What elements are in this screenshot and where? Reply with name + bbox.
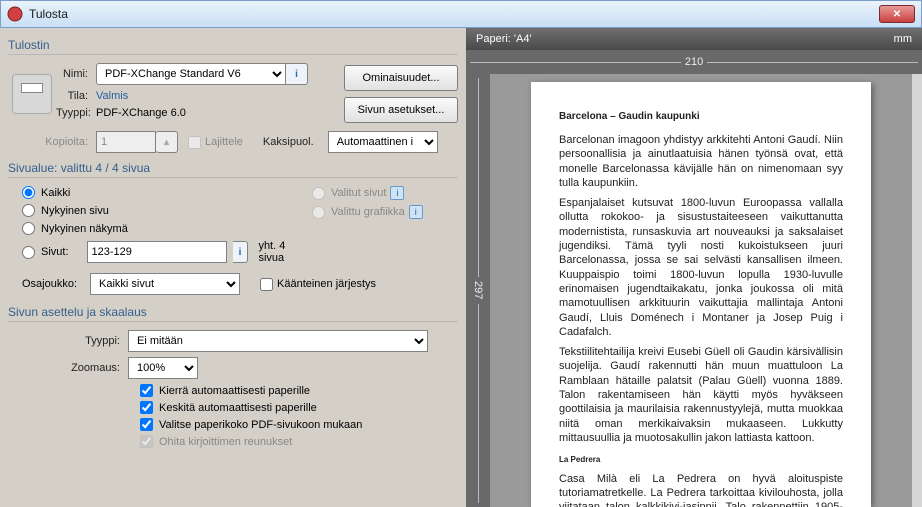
properties-button[interactable]: Ominaisuudet...	[344, 65, 458, 91]
info-icon: i	[390, 186, 404, 200]
info-icon: i	[409, 205, 423, 219]
type-value: PDF-XChange 6.0	[96, 107, 186, 119]
selected-graphics-radio	[312, 206, 325, 219]
layout-type-select[interactable]: Ei mitään	[128, 330, 428, 352]
ruler-horizontal: 210	[466, 50, 922, 74]
auto-rotate-checkbox[interactable]	[140, 384, 153, 397]
app-icon	[7, 6, 23, 22]
info-icon[interactable]: i	[233, 241, 249, 263]
doc-title: Barcelona – Gaudin kaupunki	[559, 110, 843, 123]
printer-name-select[interactable]: PDF-XChange Standard V6	[96, 63, 286, 85]
auto-center-checkbox[interactable]	[140, 401, 153, 414]
reverse-label: Käänteinen järjestys	[277, 278, 376, 290]
page-setup-button[interactable]: Sivun asetukset...	[344, 97, 458, 123]
range-current-page-radio[interactable]	[22, 204, 35, 217]
layout-type-label: Tyyppi:	[8, 335, 128, 347]
titlebar: Tulosta ✕	[0, 0, 922, 28]
layout-group-title: Sivun asettelu ja skaalaus	[8, 305, 458, 319]
paper-bar: Paperi: 'A4' mm	[466, 28, 922, 50]
pages-input[interactable]	[87, 241, 227, 263]
reverse-checkbox[interactable]	[260, 278, 273, 291]
status-value: Valmis	[96, 90, 128, 102]
copies-input	[96, 131, 156, 153]
collate-label: Lajittele	[205, 136, 243, 148]
copies-label: Kopioita:	[8, 136, 96, 148]
close-button[interactable]: ✕	[879, 5, 915, 23]
duplex-label: Kaksipuol.	[263, 136, 322, 148]
selected-pages-radio	[312, 187, 325, 200]
zoom-label: Zoomaus:	[8, 362, 128, 374]
name-label: Nimi:	[56, 68, 96, 80]
subset-select[interactable]: Kaikki sivut	[90, 273, 240, 295]
range-group-title: Sivualue: valittu 4 / 4 sivua	[8, 161, 458, 175]
range-current-view-radio[interactable]	[22, 222, 35, 235]
paper-label: Paperi: 'A4'	[476, 33, 532, 45]
status-label: Tila:	[56, 90, 96, 102]
printer-group-title: Tulostin	[8, 38, 458, 52]
collate-checkbox	[188, 136, 201, 149]
range-all-radio[interactable]	[22, 186, 35, 199]
printer-icon	[12, 74, 52, 114]
duplex-select[interactable]: Automaattinen i	[328, 131, 438, 153]
preview-page: Barcelona – Gaudin kaupunki Barcelonan i…	[531, 82, 871, 507]
info-icon[interactable]: i	[286, 63, 308, 85]
range-pages-radio[interactable]	[22, 246, 35, 259]
preview-area: Barcelona – Gaudin kaupunki Barcelonan i…	[490, 74, 912, 507]
subset-label: Osajoukko:	[22, 278, 90, 290]
ignore-margins-checkbox	[140, 435, 153, 448]
window-title: Tulosta	[29, 7, 879, 21]
ruler-vertical: 297	[466, 74, 490, 507]
type-label: Tyyppi:	[56, 107, 96, 119]
pages-total: yht. 4 sivua	[258, 240, 298, 264]
unit-label: mm	[894, 33, 912, 45]
doc-subheading: La Pedrera	[559, 455, 843, 465]
copies-stepper: ▴	[156, 131, 178, 153]
zoom-select[interactable]: 100%	[128, 357, 198, 379]
choose-paper-checkbox[interactable]	[140, 418, 153, 431]
